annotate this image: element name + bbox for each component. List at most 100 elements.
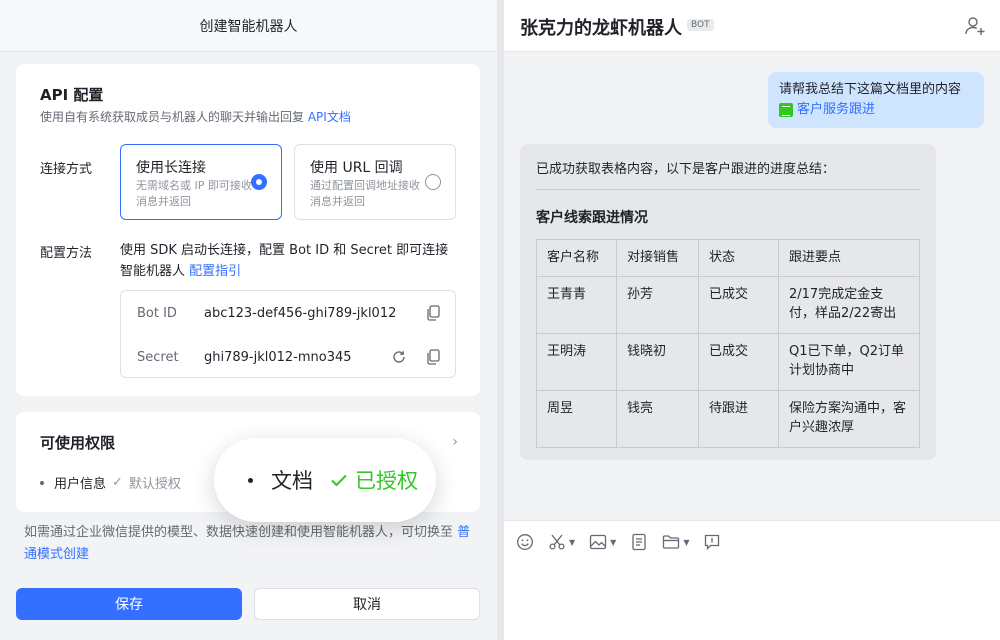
chevron-right-icon[interactable]: › <box>452 434 458 450</box>
option-title: 使用 URL 回调 <box>310 160 403 176</box>
table-cell: 王明涛 <box>536 333 617 391</box>
table-row: 周昱 钱亮 待跟进 保险方案沟通中，客户兴趣浓厚 <box>536 390 920 448</box>
permission-item-label: 用户信息 <box>54 477 107 492</box>
config-method-text: 使用 SDK 启动长连接，配置 Bot ID 和 Secret 即可连接智能机器… <box>120 240 460 282</box>
chat-panel: 张克力的龙虾机器人 BOT 请帮我总结下这篇文档里的内容 客户服务跟进 已成功获… <box>504 0 1000 640</box>
chevron-down-icon[interactable]: ▼ <box>569 538 575 547</box>
table-cell: 周昱 <box>536 390 617 448</box>
summary-table: 客户名称 对接销售 状态 跟进要点 王青青 孙芳 已成交 2/17完成定金支付，… <box>536 239 920 448</box>
bot-id-row: Bot ID abc123-def456-ghi789-jkl012 <box>121 291 455 335</box>
radio-selected-icon[interactable] <box>251 174 267 190</box>
table-cell: Q1已下单，Q2订单计划协商中 <box>778 333 920 391</box>
emoji-button[interactable] <box>516 533 534 551</box>
copy-icon[interactable] <box>426 349 440 365</box>
bot-badge: BOT <box>687 19 714 31</box>
table-cell: 待跟进 <box>698 390 779 448</box>
copy-icon[interactable] <box>426 305 440 321</box>
option-desc: 无需域名或 IP 即可接收消息并返回 <box>136 179 252 208</box>
secret-value: ghi789-jkl012-mno345 <box>204 349 352 365</box>
permissions-title: 可使用权限 <box>40 434 116 452</box>
mode-switch-hint: 如需通过企业微信提供的模型、数据快速创建和使用智能机器人，可切换至 普通模式创建 <box>24 522 480 566</box>
check-icon: ✓ <box>112 475 123 490</box>
chat-header: 张克力的龙虾机器人 BOT <box>504 0 1000 52</box>
table-cell: 钱亮 <box>616 390 699 448</box>
secret-row: Secret ghi789-jkl012-mno345 <box>121 335 455 379</box>
api-config-card: API 配置 使用自有系统获取成员与机器人的聊天并输出回复 API文档 连接方式… <box>16 64 480 396</box>
table-cell: 保险方案沟通中，客户兴趣浓厚 <box>778 390 920 448</box>
option-desc: 通过配置回调地址接收消息并返回 <box>310 179 420 208</box>
table-cell: 已成交 <box>698 276 779 334</box>
image-icon <box>590 534 607 550</box>
table-row: 王明涛 钱晓初 已成交 Q1已下单，Q2订单计划协商中 <box>536 333 920 391</box>
bot-summary-heading: 客户线索跟进情况 <box>536 210 648 226</box>
chevron-down-icon[interactable]: ▼ <box>683 538 689 547</box>
permission-item-user-info: 用户信息 ✓ 默认授权 <box>40 473 181 492</box>
callout-permission-status: 已授权 <box>329 465 418 495</box>
chat-title: 张克力的龙虾机器人 <box>520 18 682 39</box>
folder-button[interactable]: ▼ <box>662 533 689 551</box>
save-button[interactable]: 保存 <box>16 588 242 620</box>
hint-text: 如需通过企业微信提供的模型、数据快速创建和使用智能机器人，可切换至 <box>24 525 454 540</box>
config-method-label: 配置方法 <box>40 246 93 261</box>
table-header-cell: 对接销售 <box>616 239 699 277</box>
table-cell: 2/17完成定金支付，样品2/22寄出 <box>778 276 920 334</box>
table-header-cell: 跟进要点 <box>778 239 920 277</box>
folder-icon <box>663 535 680 549</box>
panel-divider[interactable] <box>497 0 504 640</box>
doc-link[interactable]: 客户服务跟进 <box>779 100 973 120</box>
bot-message: 已成功获取表格内容，以下是客户跟进的进度总结： 客户线索跟进情况 客户名称 对接… <box>520 144 936 460</box>
permission-zoom-callout: 文档 已授权 <box>214 438 436 522</box>
note-button[interactable] <box>630 533 648 551</box>
divider <box>536 189 920 190</box>
cancel-button[interactable]: 取消 <box>254 588 480 620</box>
credentials-box: Bot ID abc123-def456-ghi789-jkl012 Secre… <box>120 290 456 378</box>
api-desc-text: 使用自有系统获取成员与机器人的聊天并输出回复 <box>40 110 305 124</box>
connection-method-label: 连接方式 <box>40 162 93 177</box>
callout-permission-name: 文档 <box>271 469 313 493</box>
doc-link-title: 客户服务跟进 <box>797 102 876 117</box>
permission-item-status: 默认授权 <box>128 477 181 492</box>
panel-title: 创建智能机器人 <box>0 0 497 52</box>
screen-icon <box>705 534 720 551</box>
table-cell: 钱晓初 <box>616 333 699 391</box>
api-config-title: API 配置 <box>40 86 104 104</box>
radio-unselected-icon[interactable] <box>425 174 441 190</box>
user-message-text: 请帮我总结下这篇文档里的内容 <box>779 82 962 97</box>
callout-status-text: 已授权 <box>355 469 418 493</box>
image-button[interactable]: ▼ <box>589 533 616 551</box>
bot-id-label: Bot ID <box>137 305 177 321</box>
bot-id-value: abc123-def456-ghi789-jkl012 <box>204 305 397 321</box>
api-config-desc: 使用自有系统获取成员与机器人的聊天并输出回复 API文档 <box>40 108 351 125</box>
screenshot-button[interactable]: ▼ <box>548 533 575 551</box>
add-user-icon[interactable] <box>964 15 986 37</box>
note-icon <box>632 533 646 551</box>
option-url-callback[interactable]: 使用 URL 回调 通过配置回调地址接收消息并返回 <box>294 144 456 220</box>
bullet-icon <box>40 480 44 485</box>
option-long-connection[interactable]: 使用长连接 无需域名或 IP 即可接收消息并返回 <box>120 144 282 220</box>
emoji-icon <box>517 534 533 550</box>
table-header-cell: 客户名称 <box>536 239 617 277</box>
composer-toolbar: ▼ ▼ ▼ <box>516 533 721 551</box>
config-text: 使用 SDK 启动长连接，配置 Bot ID 和 Secret 即可连接智能机器… <box>120 243 449 279</box>
message-composer[interactable]: ▼ ▼ ▼ <box>504 520 1000 640</box>
table-cell: 王青青 <box>536 276 617 334</box>
refresh-icon[interactable] <box>391 349 407 365</box>
user-message: 请帮我总结下这篇文档里的内容 客户服务跟进 <box>768 72 984 128</box>
table-header-cell: 状态 <box>698 239 779 277</box>
sheet-icon <box>779 103 793 117</box>
table-cell: 已成交 <box>698 333 779 391</box>
api-docs-link[interactable]: API文档 <box>308 110 351 124</box>
screen-share-button[interactable] <box>703 533 721 551</box>
config-guide-link[interactable]: 配置指引 <box>189 264 241 279</box>
secret-label: Secret <box>137 349 179 365</box>
chevron-down-icon[interactable]: ▼ <box>610 538 616 547</box>
bot-intro-text: 已成功获取表格内容，以下是客户跟进的进度总结： <box>536 162 836 177</box>
table-cell: 孙芳 <box>616 276 699 334</box>
table-row: 王青青 孙芳 已成交 2/17完成定金支付，样品2/22寄出 <box>536 276 920 334</box>
table-header-row: 客户名称 对接销售 状态 跟进要点 <box>536 239 920 277</box>
option-title: 使用长连接 <box>136 160 206 176</box>
check-icon <box>331 474 347 487</box>
create-bot-panel: 创建智能机器人 API 配置 使用自有系统获取成员与机器人的聊天并输出回复 AP… <box>0 0 497 640</box>
scissors-icon <box>549 534 565 550</box>
bullet-icon <box>248 477 253 483</box>
